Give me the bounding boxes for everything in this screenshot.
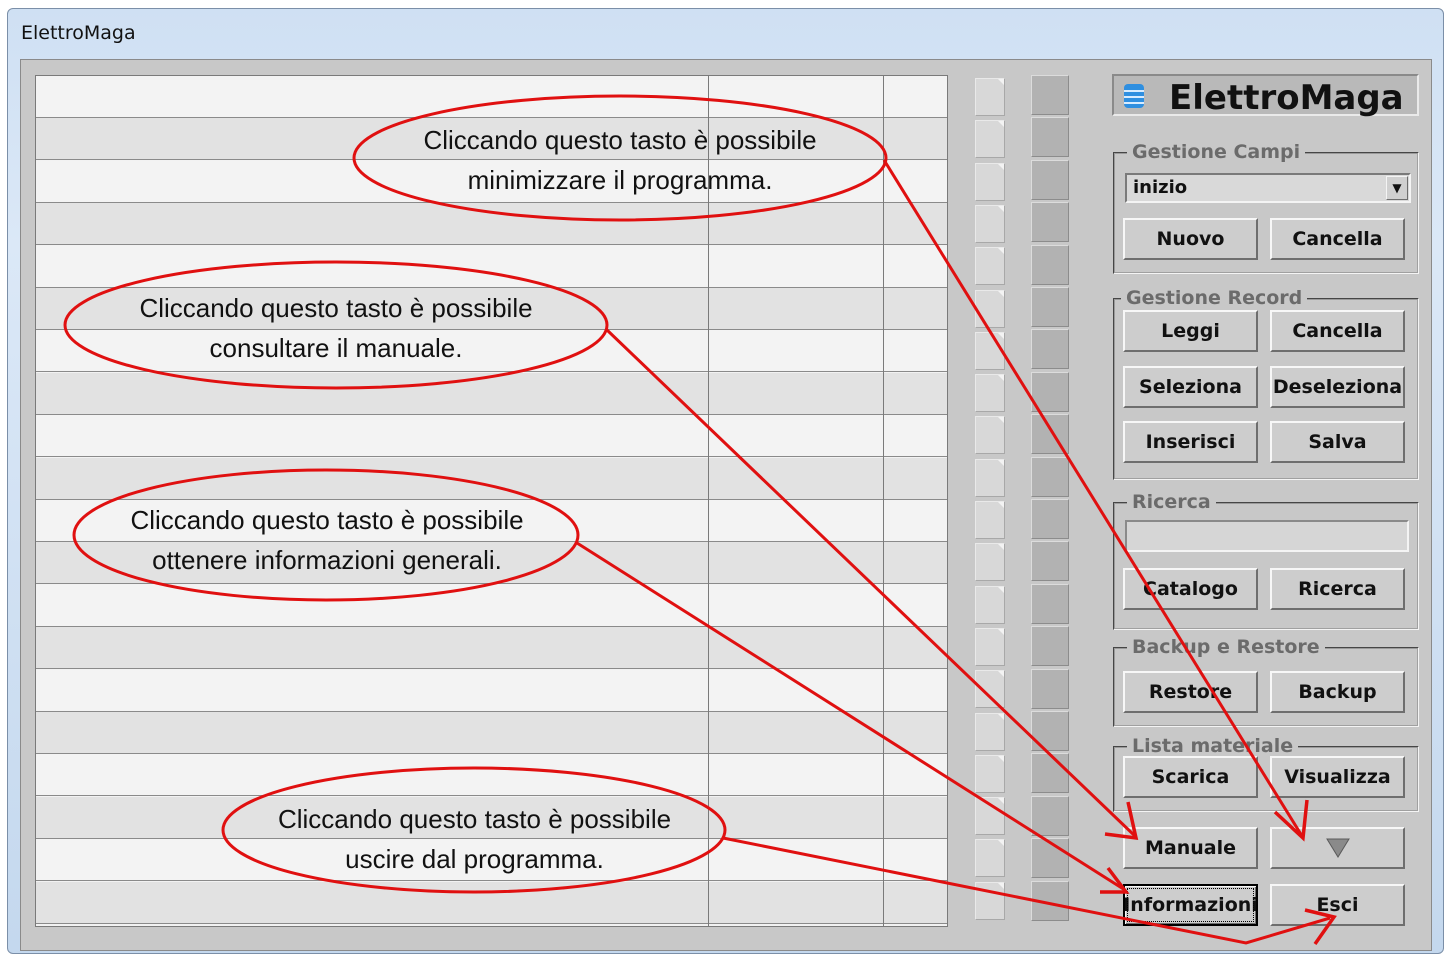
row-indicator-column	[1031, 75, 1071, 927]
search-input[interactable]	[1125, 520, 1409, 552]
row-indicator	[1031, 880, 1069, 921]
row-indicator	[1031, 287, 1069, 327]
cancella-record-button[interactable]: Cancella	[1270, 310, 1405, 352]
leggi-button[interactable]: Leggi	[1123, 310, 1258, 352]
row-indicator	[1031, 753, 1069, 794]
row-checkbox[interactable]	[975, 120, 1005, 159]
row-indicator	[1031, 541, 1069, 582]
table-row[interactable]	[36, 415, 947, 458]
row-selector-column	[975, 76, 1007, 926]
seleziona-button[interactable]: Seleziona	[1123, 366, 1258, 408]
group-label: Gestione Record	[1121, 287, 1308, 309]
logo-title: ElettroMaga	[1169, 78, 1404, 118]
deseleziona-button[interactable]: Deseleziona	[1270, 366, 1405, 408]
row-checkbox[interactable]	[975, 797, 1005, 836]
callout-text-manual: Cliccando questo tasto è possibile consu…	[64, 288, 608, 368]
app-logo: ElettroMaga	[1112, 74, 1419, 118]
row-checkbox[interactable]	[975, 501, 1005, 539]
row-indicator	[1031, 202, 1069, 243]
row-checkbox[interactable]	[975, 585, 1005, 624]
salva-button[interactable]: Salva	[1270, 421, 1405, 463]
row-checkbox[interactable]	[975, 247, 1005, 286]
table-row[interactable]	[36, 457, 947, 500]
row-checkbox[interactable]	[975, 754, 1005, 793]
callout-line: consultare il manuale.	[209, 333, 463, 363]
table-row[interactable]	[36, 584, 947, 627]
row-indicator	[1031, 583, 1069, 624]
table-row[interactable]	[36, 76, 947, 118]
callout-line: ottenere informazioni generali.	[152, 545, 502, 575]
row-checkbox[interactable]	[975, 78, 1005, 116]
callout-line: Cliccando questo tasto è possibile	[423, 125, 817, 155]
minimize-button[interactable]	[1270, 827, 1405, 869]
row-indicator	[1031, 456, 1069, 497]
group-label: Lista materiale	[1127, 735, 1299, 757]
window-title: ElettroMaga	[21, 22, 136, 44]
field-select-value: inizio	[1133, 177, 1188, 198]
row-checkbox[interactable]	[975, 712, 1005, 751]
ricerca-button[interactable]: Ricerca	[1270, 568, 1405, 610]
row-indicator	[1031, 329, 1069, 370]
cancella-campo-button[interactable]: Cancella	[1270, 218, 1405, 260]
group-label: Gestione Campi	[1127, 141, 1306, 163]
row-checkbox[interactable]	[975, 162, 1005, 201]
nuovo-button[interactable]: Nuovo	[1123, 218, 1258, 260]
table-row[interactable]	[36, 372, 947, 415]
triangle-down-icon	[1325, 838, 1350, 858]
table-row[interactable]	[36, 712, 947, 754]
group-label: Ricerca	[1127, 491, 1216, 513]
table-row[interactable]	[36, 754, 947, 797]
informazioni-button[interactable]: Informazioni	[1123, 884, 1258, 926]
row-indicator	[1031, 626, 1069, 667]
row-checkbox[interactable]	[975, 331, 1005, 370]
row-indicator	[1031, 795, 1069, 836]
row-checkbox[interactable]	[975, 839, 1005, 878]
row-indicator	[1031, 244, 1069, 285]
field-select[interactable]: inizio ▼	[1125, 173, 1411, 203]
row-indicator	[1031, 75, 1069, 115]
table-row[interactable]	[36, 627, 947, 670]
backup-button[interactable]: Backup	[1270, 671, 1405, 713]
row-indicator	[1031, 414, 1069, 455]
callout-line: Cliccando questo tasto è possibile	[277, 804, 672, 834]
callout-text-info: Cliccando questo tasto è possibile otten…	[74, 500, 580, 580]
table-row[interactable]	[36, 881, 947, 924]
visualizza-button[interactable]: Visualizza	[1270, 756, 1405, 798]
catalogo-button[interactable]: Catalogo	[1123, 568, 1258, 610]
row-indicator	[1031, 711, 1069, 751]
column-divider	[883, 76, 884, 926]
callout-line: Cliccando questo tasto è possibile	[130, 505, 524, 535]
callout-text-minimize: Cliccando questo tasto è possibile minim…	[354, 120, 886, 200]
row-indicator	[1031, 668, 1069, 709]
row-checkbox[interactable]	[975, 670, 1005, 709]
esci-button[interactable]: Esci	[1270, 884, 1405, 926]
row-checkbox[interactable]	[975, 458, 1005, 497]
callout-line: Cliccando questo tasto è possibile	[139, 293, 533, 323]
row-checkbox[interactable]	[975, 627, 1005, 666]
row-checkbox[interactable]	[975, 289, 1005, 328]
table-row[interactable]	[36, 669, 947, 712]
database-icon	[1124, 84, 1144, 108]
row-indicator	[1031, 117, 1069, 158]
manuale-button[interactable]: Manuale	[1123, 827, 1258, 869]
chevron-down-icon[interactable]: ▼	[1386, 176, 1408, 200]
row-checkbox[interactable]	[975, 543, 1005, 582]
callout-line: minimizzare il programma.	[467, 165, 773, 195]
row-checkbox[interactable]	[975, 374, 1005, 413]
group-label: Backup e Restore	[1127, 636, 1325, 658]
row-checkbox[interactable]	[975, 881, 1005, 920]
row-indicator	[1031, 371, 1069, 412]
restore-button[interactable]: Restore	[1123, 671, 1258, 713]
table-row[interactable]	[36, 203, 947, 246]
row-indicator	[1031, 159, 1069, 200]
scarica-button[interactable]: Scarica	[1123, 756, 1258, 798]
inserisci-button[interactable]: Inserisci	[1123, 421, 1258, 463]
row-indicator	[1031, 838, 1069, 879]
row-checkbox[interactable]	[975, 416, 1005, 455]
row-checkbox[interactable]	[975, 204, 1005, 243]
table-row[interactable]	[36, 245, 947, 288]
callout-text-exit: Cliccando questo tasto è possibile uscir…	[223, 799, 726, 879]
callout-line: uscire dal programma.	[345, 844, 604, 874]
row-indicator	[1031, 499, 1069, 539]
